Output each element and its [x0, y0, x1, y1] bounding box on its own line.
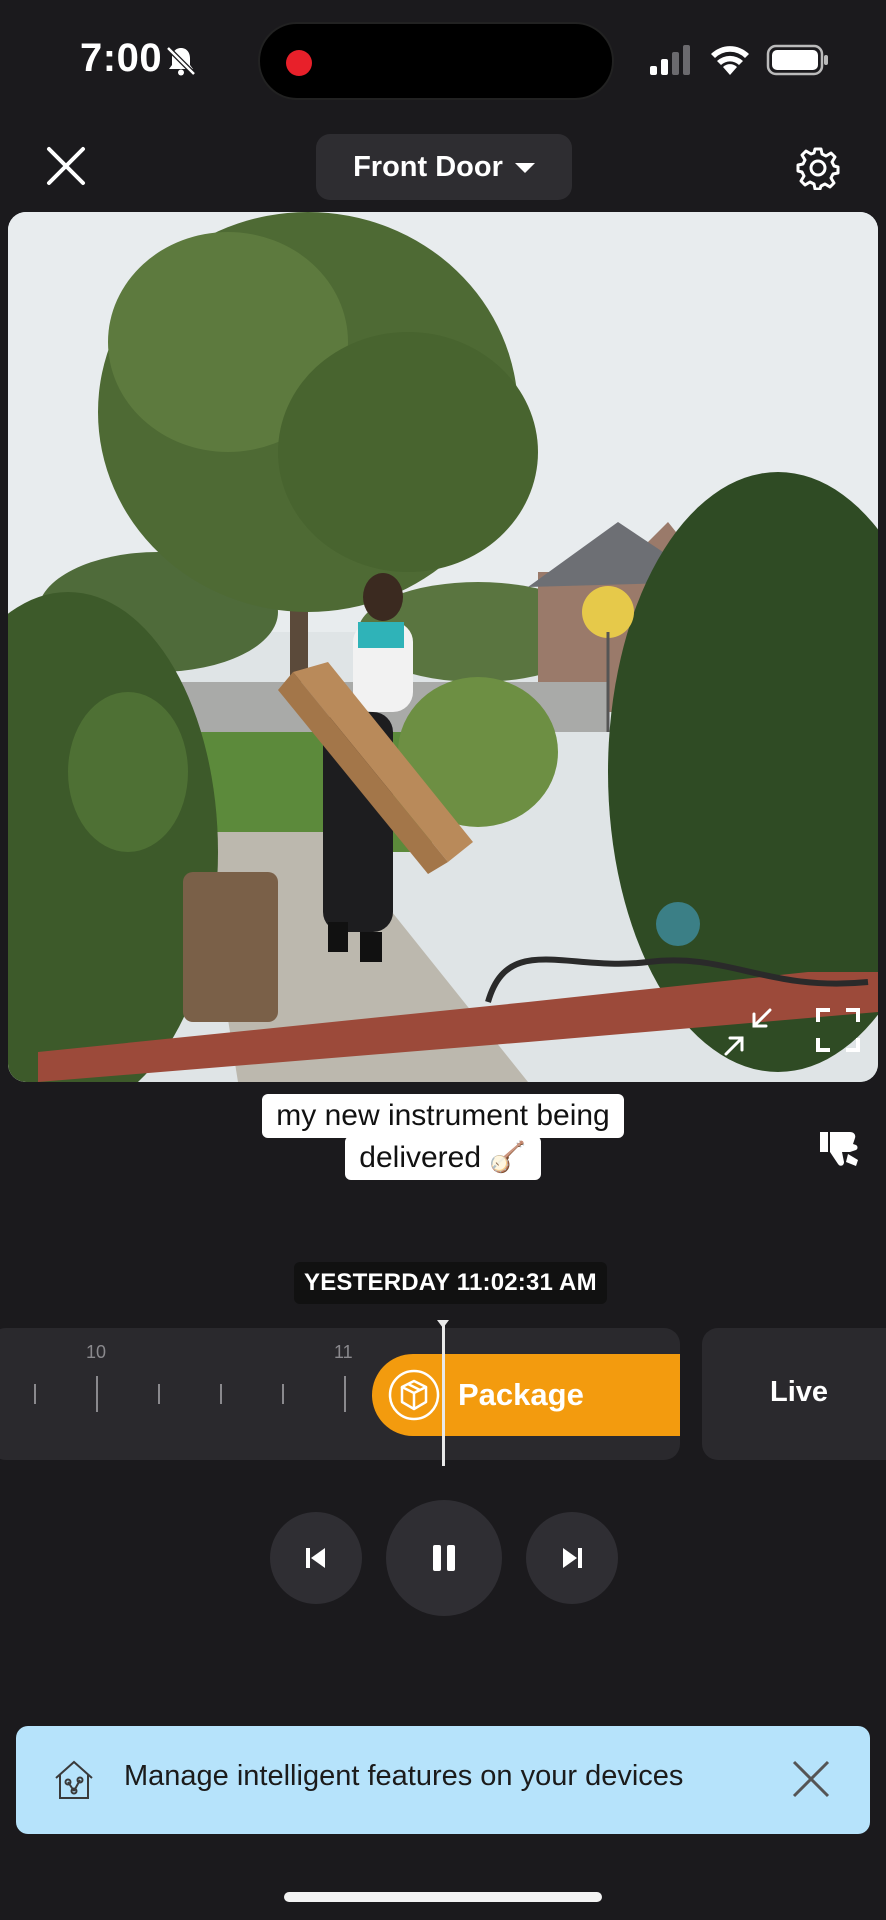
signal-icon — [650, 45, 690, 75]
pause-icon — [433, 1545, 455, 1571]
live-button[interactable]: Live — [702, 1328, 886, 1460]
feedback-button[interactable] — [812, 1124, 864, 1176]
wifi-icon — [711, 46, 749, 75]
camera-name: Front Door — [353, 150, 503, 183]
pause-button[interactable] — [386, 1500, 502, 1616]
fullscreen-icon — [816, 1008, 860, 1052]
package-icon — [388, 1369, 440, 1421]
timeline-label-10: 10 — [86, 1342, 107, 1362]
camera-selector-dropdown[interactable]: Front Door — [316, 134, 572, 200]
intelligent-features-banner[interactable]: Manage intelligent features on your devi… — [16, 1726, 870, 1834]
status-bar: 7:00 — [0, 0, 886, 120]
home-indicator[interactable] — [284, 1892, 602, 1902]
package-event-marker[interactable]: Package — [372, 1354, 680, 1436]
timeline-tick — [344, 1376, 346, 1412]
settings-button[interactable] — [790, 140, 846, 196]
video-caption: my new instrument being delivered 🪕 — [0, 1094, 886, 1180]
caption-line-1: my new instrument being — [262, 1094, 624, 1138]
video-feed[interactable] — [8, 212, 878, 1082]
caption-line-2: delivered 🪕 — [345, 1136, 541, 1180]
timeline-tick — [220, 1384, 222, 1404]
battery-icon — [766, 44, 828, 76]
status-time: 7:00 — [80, 36, 163, 80]
skip-previous-button[interactable] — [270, 1512, 362, 1604]
skip-previous-icon — [306, 1548, 325, 1568]
timeline-tick — [282, 1384, 284, 1404]
timeline-tick — [96, 1376, 98, 1412]
live-label: Live — [770, 1376, 829, 1408]
timeline-tick — [158, 1384, 160, 1404]
skip-next-button[interactable] — [526, 1512, 618, 1604]
doorbell-camera-footage — [8, 212, 878, 1082]
playhead-handle — [437, 1320, 449, 1328]
recording-indicator — [286, 50, 312, 76]
minimize-arrows-icon — [724, 1008, 772, 1056]
banner-close-icon[interactable] — [788, 1756, 834, 1802]
dynamic-island — [258, 22, 614, 100]
chevron-down-icon — [514, 163, 535, 173]
minimize-button[interactable] — [718, 1002, 778, 1062]
close-icon — [47, 147, 85, 185]
smart-home-icon — [55, 1760, 93, 1799]
timeline-playhead[interactable] — [442, 1322, 445, 1466]
package-event-label: Package — [458, 1377, 584, 1412]
skip-next-icon — [563, 1548, 582, 1568]
timeline-tick — [34, 1384, 36, 1404]
gear-icon — [796, 147, 840, 190]
thumbs-down-icon — [820, 1132, 858, 1166]
event-timeline[interactable]: 10 11 Package — [0, 1328, 680, 1460]
timestamp-label: YESTERDAY 11:02:31 AM — [294, 1262, 607, 1304]
banner-message: Manage intelligent features on your devi… — [124, 1760, 684, 1792]
bell-muted-icon — [166, 46, 196, 76]
close-button[interactable] — [36, 136, 96, 196]
fullscreen-button[interactable] — [808, 1000, 868, 1060]
timeline-label-11: 11 — [334, 1342, 353, 1362]
